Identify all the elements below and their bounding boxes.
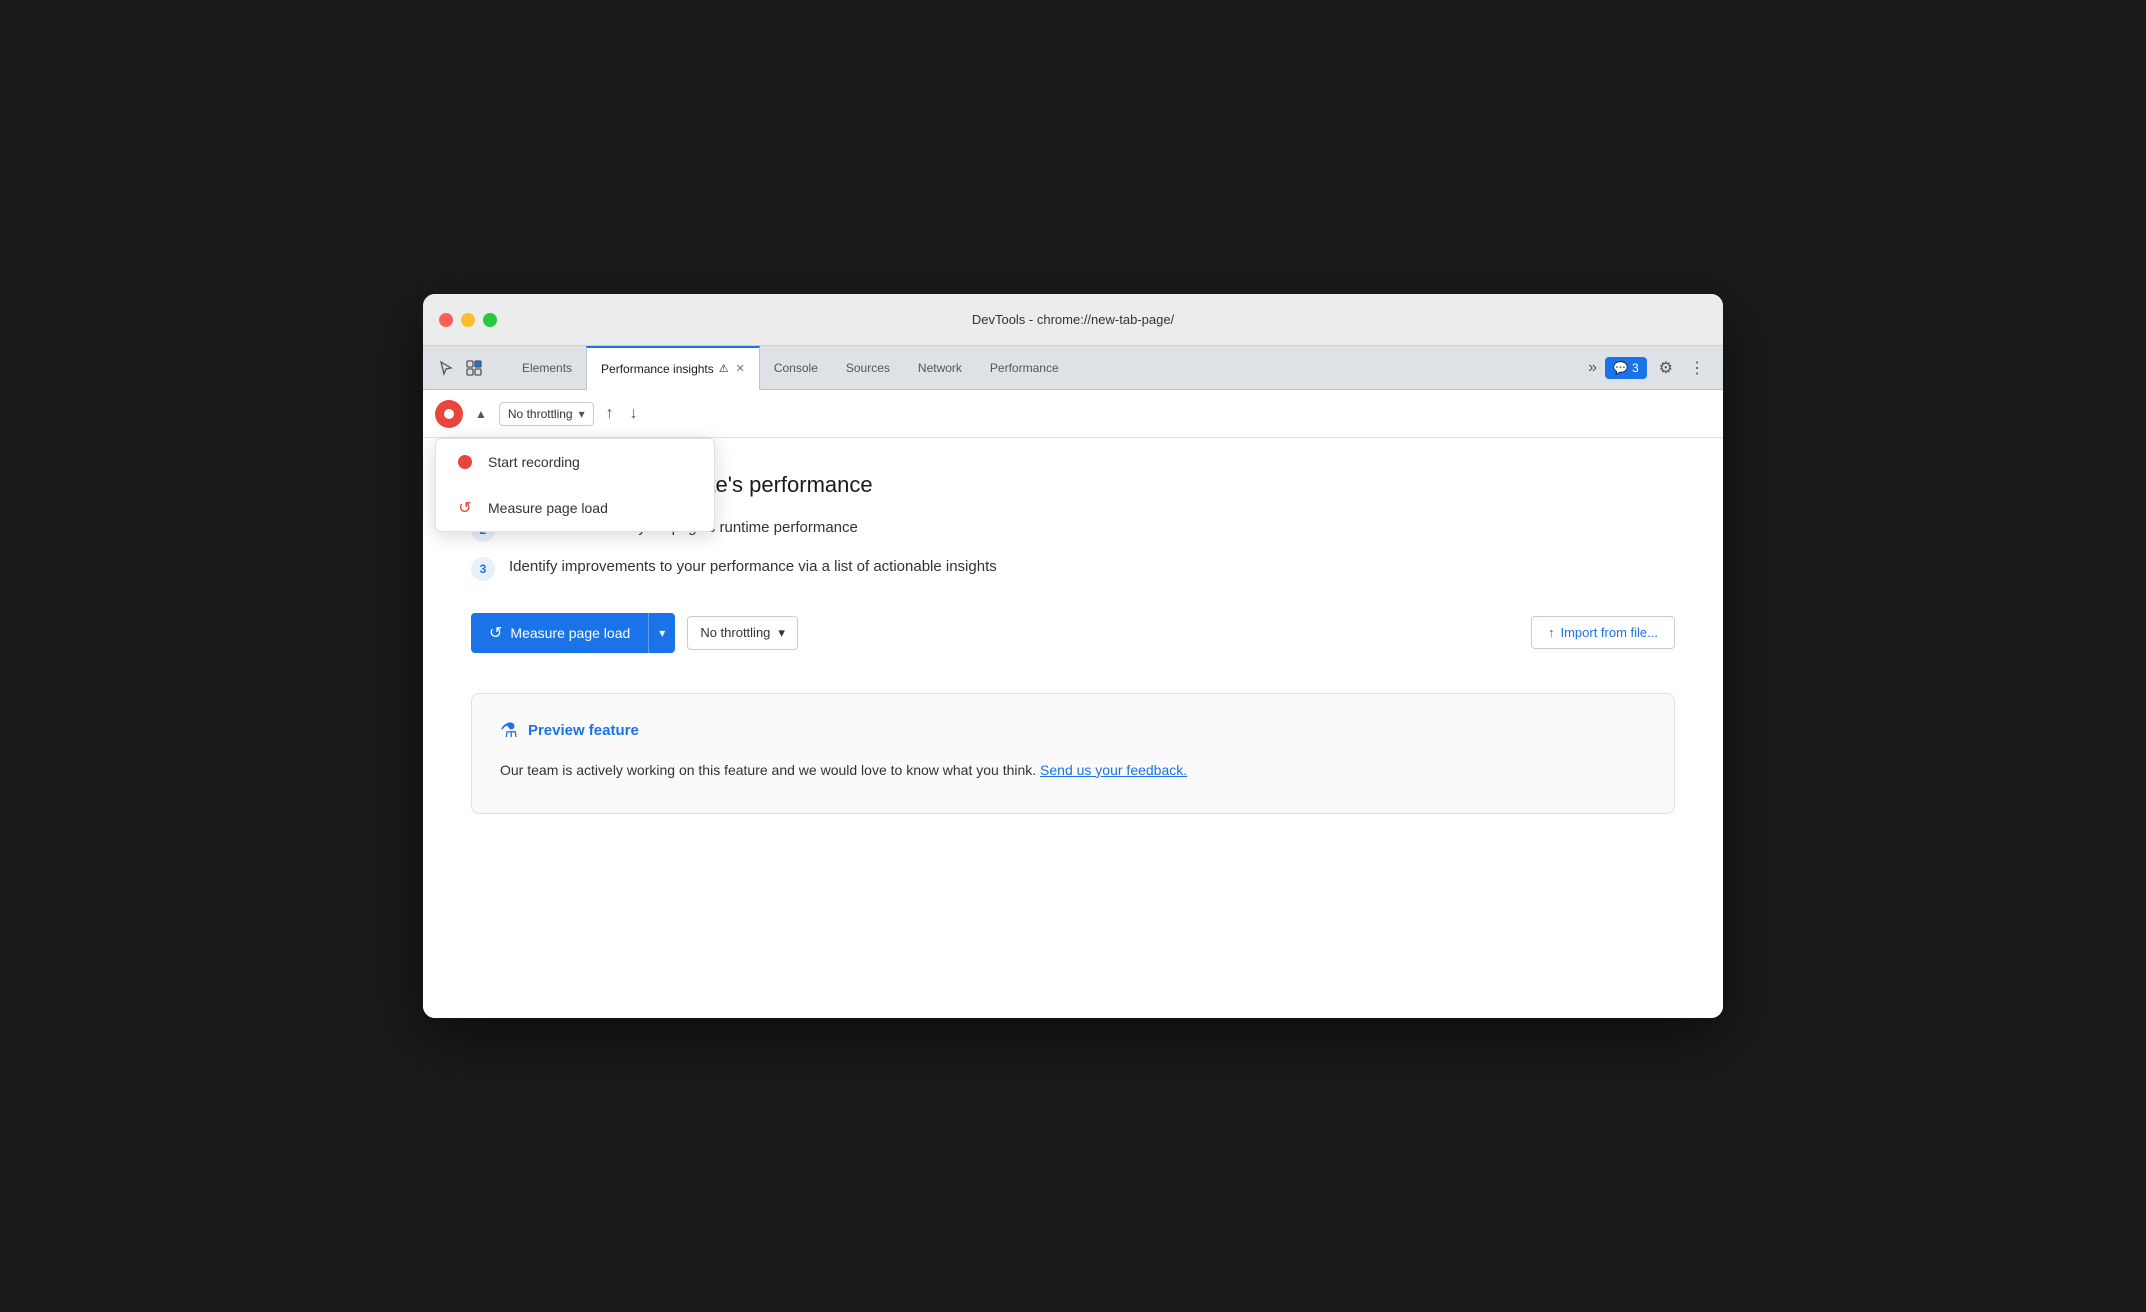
settings-button[interactable]: ⚙ <box>1655 354 1677 382</box>
dropdown-item-measure-page-load[interactable]: ↺ Measure page load <box>436 485 714 531</box>
throttle-selector[interactable]: No throttling ▾ <box>499 402 594 426</box>
tab-bar-left-icons <box>427 346 508 389</box>
import-from-file-button[interactable]: ↑ Import from file... <box>1531 616 1675 649</box>
preview-text: Our team is actively working on this fea… <box>500 759 1646 781</box>
record-button[interactable] <box>435 400 463 428</box>
window-title: DevTools - chrome://new-tab-page/ <box>972 312 1174 327</box>
start-recording-label: Start recording <box>488 454 580 470</box>
measure-btn-group: ↺ Measure page load ▾ <box>471 613 675 653</box>
throttle-main-label: No throttling <box>700 625 770 640</box>
preview-header: ⚗ Preview feature <box>500 718 1646 743</box>
record-dropdown-button[interactable]: ▲ <box>471 405 491 423</box>
toolbar: ▲ No throttling ▾ ↑ ↓ <box>423 390 1723 438</box>
tab-bar-right: » 💬 3 ⚙ ⋮ <box>1578 346 1719 389</box>
action-bar: ↺ Measure page load ▾ No throttling ▾ ↑ … <box>471 613 1675 653</box>
tab-console[interactable]: Console <box>760 346 832 389</box>
measure-btn-label: Measure page load <box>510 625 630 641</box>
record-dropdown-menu: Start recording ↺ Measure page load <box>435 438 715 532</box>
tab-close-icon[interactable]: ✕ <box>736 362 745 375</box>
throttle-label: No throttling <box>508 407 573 421</box>
step-item-3: 3 Identify improvements to your performa… <box>471 556 1675 581</box>
step-text-3: Identify improvements to your performanc… <box>509 556 997 579</box>
measure-reload-icon: ↺ <box>489 623 502 643</box>
throttle-arrow: ▾ <box>579 407 585 421</box>
chat-count: 3 <box>1632 361 1639 375</box>
throttle-selector-main[interactable]: No throttling ▾ <box>687 616 798 650</box>
measure-page-load-button[interactable]: ↺ Measure page load <box>471 613 648 653</box>
maximize-button[interactable] <box>483 313 497 327</box>
more-tabs-button[interactable]: » <box>1588 359 1597 377</box>
minimize-button[interactable] <box>461 313 475 327</box>
tab-elements[interactable]: Elements <box>508 346 586 389</box>
import-btn-label: Import from file... <box>1560 625 1658 640</box>
title-bar: DevTools - chrome://new-tab-page/ <box>423 294 1723 346</box>
warn-icon: ⚠ <box>719 362 729 375</box>
step-num-3: 3 <box>471 557 495 581</box>
inspect-icon[interactable] <box>463 357 485 379</box>
tab-performance-insights[interactable]: Performance insights ⚠ ✕ <box>586 346 760 389</box>
throttle-main-arrow: ▾ <box>778 625 785 641</box>
feedback-link[interactable]: Send us your feedback. <box>1040 762 1187 778</box>
tab-performance[interactable]: Performance <box>976 346 1073 389</box>
tab-sources[interactable]: Sources <box>832 346 904 389</box>
cursor-icon[interactable] <box>435 357 457 379</box>
preview-title: Preview feature <box>528 722 639 739</box>
record-dot <box>444 409 454 419</box>
measure-page-load-label: Measure page load <box>488 500 608 516</box>
preview-feature-box: ⚗ Preview feature Our team is actively w… <box>471 693 1675 814</box>
window-controls <box>439 313 497 327</box>
toolbar-wrapper: ▲ No throttling ▾ ↑ ↓ Start recording ↺ … <box>423 390 1723 438</box>
measure-reload-icon: ↺ <box>456 499 474 517</box>
more-options-button[interactable]: ⋮ <box>1685 354 1709 382</box>
dropdown-item-start-recording[interactable]: Start recording <box>436 439 714 485</box>
import-icon: ↑ <box>1548 625 1555 640</box>
chat-button[interactable]: 💬 3 <box>1605 357 1647 379</box>
tab-network[interactable]: Network <box>904 346 976 389</box>
tab-bar: Elements Performance insights ⚠ ✕ Consol… <box>423 346 1723 390</box>
download-button[interactable]: ↓ <box>626 401 642 427</box>
devtools-window: DevTools - chrome://new-tab-page/ <box>423 294 1723 1018</box>
chat-icon: 💬 <box>1613 361 1628 375</box>
tabs-container: Elements Performance insights ⚠ ✕ Consol… <box>508 346 1578 389</box>
start-recording-icon <box>456 453 474 471</box>
close-button[interactable] <box>439 313 453 327</box>
upload-button[interactable]: ↑ <box>602 401 618 427</box>
measure-dropdown-button[interactable]: ▾ <box>648 613 675 653</box>
flask-icon: ⚗ <box>500 718 518 743</box>
